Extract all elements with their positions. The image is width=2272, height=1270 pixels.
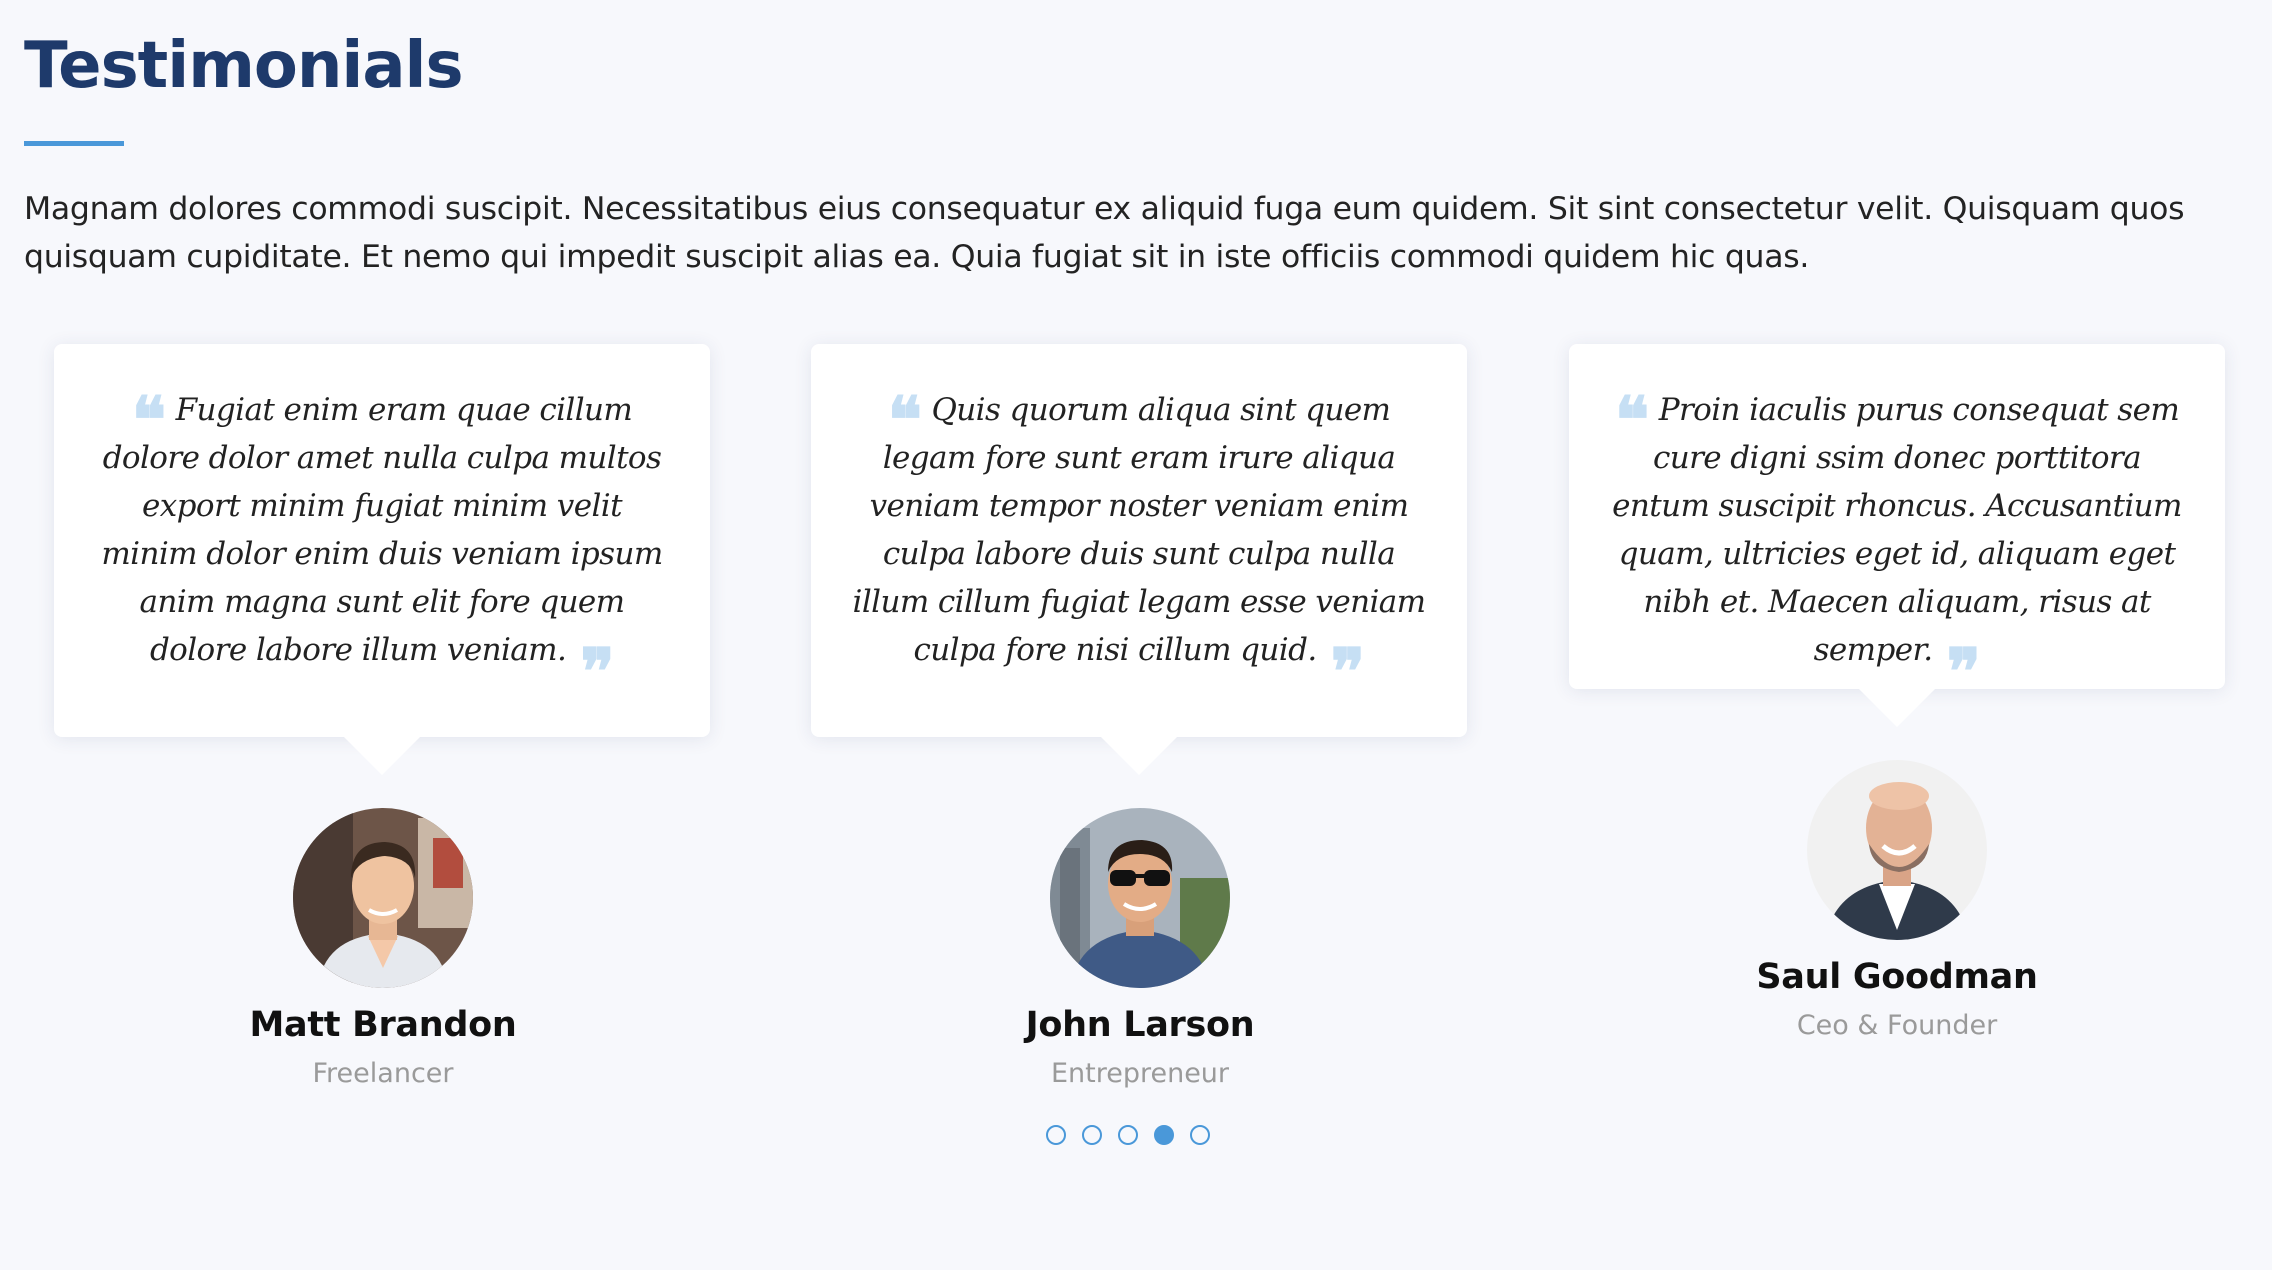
testimonial-quote-3: ❝ Proin iaculis purus consequat sem cure … xyxy=(1609,383,2185,705)
testimonial-role: Freelancer xyxy=(312,1058,454,1089)
title-underline xyxy=(24,141,124,146)
avatar-john-larson xyxy=(1050,808,1230,988)
avatar-matt-brandon xyxy=(293,808,473,988)
testimonial-name: John Larson xyxy=(1025,1005,1255,1045)
section-intro: Magnam dolores commodi suscipit. Necessi… xyxy=(24,191,2185,275)
testimonial-quote-text: Quis quorum aliqua sint quem legam fore … xyxy=(852,392,1426,668)
pagination-dot-2[interactable] xyxy=(1082,1125,1102,1145)
pagination-dot-4[interactable] xyxy=(1154,1125,1174,1145)
testimonial-role: Entrepreneur xyxy=(1050,1058,1230,1089)
testimonial-quote-text: Proin iaculis purus consequat sem cure d… xyxy=(1612,392,2182,668)
section-title: Testimonials xyxy=(24,29,464,103)
testimonial-card-2: ❝ Quis quorum aliqua sint quem legam fore… xyxy=(811,344,1467,775)
quote-close-icon: ❞ xyxy=(580,635,615,710)
pagination-dot-5[interactable] xyxy=(1190,1125,1210,1145)
pagination-dot-1[interactable] xyxy=(1046,1125,1066,1145)
carousel-pagination xyxy=(1046,1125,1210,1145)
testimonial-quote-text: Fugiat enim eram quae cillum dolore dolo… xyxy=(101,392,663,668)
quote-close-icon: ❞ xyxy=(1946,635,1981,710)
quote-close-icon: ❞ xyxy=(1330,635,1365,710)
testimonial-name: Matt Brandon xyxy=(249,1005,517,1045)
testimonial-quote-1: ❝ Fugiat enim eram quae cillum dolore dol… xyxy=(94,386,670,705)
testimonial-role: Ceo & Founder xyxy=(1796,1010,1998,1041)
quote-open-icon: ❝ xyxy=(1614,383,1649,458)
pagination-dot-3[interactable] xyxy=(1118,1125,1138,1145)
testimonial-card-1: ❝ Fugiat enim eram quae cillum dolore dol… xyxy=(54,344,710,775)
testimonial-card-3: ❝ Proin iaculis purus consequat sem cure … xyxy=(1569,344,2225,727)
testimonial-quote-2: ❝ Quis quorum aliqua sint quem legam fore… xyxy=(851,386,1427,705)
testimonial-name: Saul Goodman xyxy=(1756,957,2038,997)
avatar-saul-goodman xyxy=(1807,760,1987,940)
